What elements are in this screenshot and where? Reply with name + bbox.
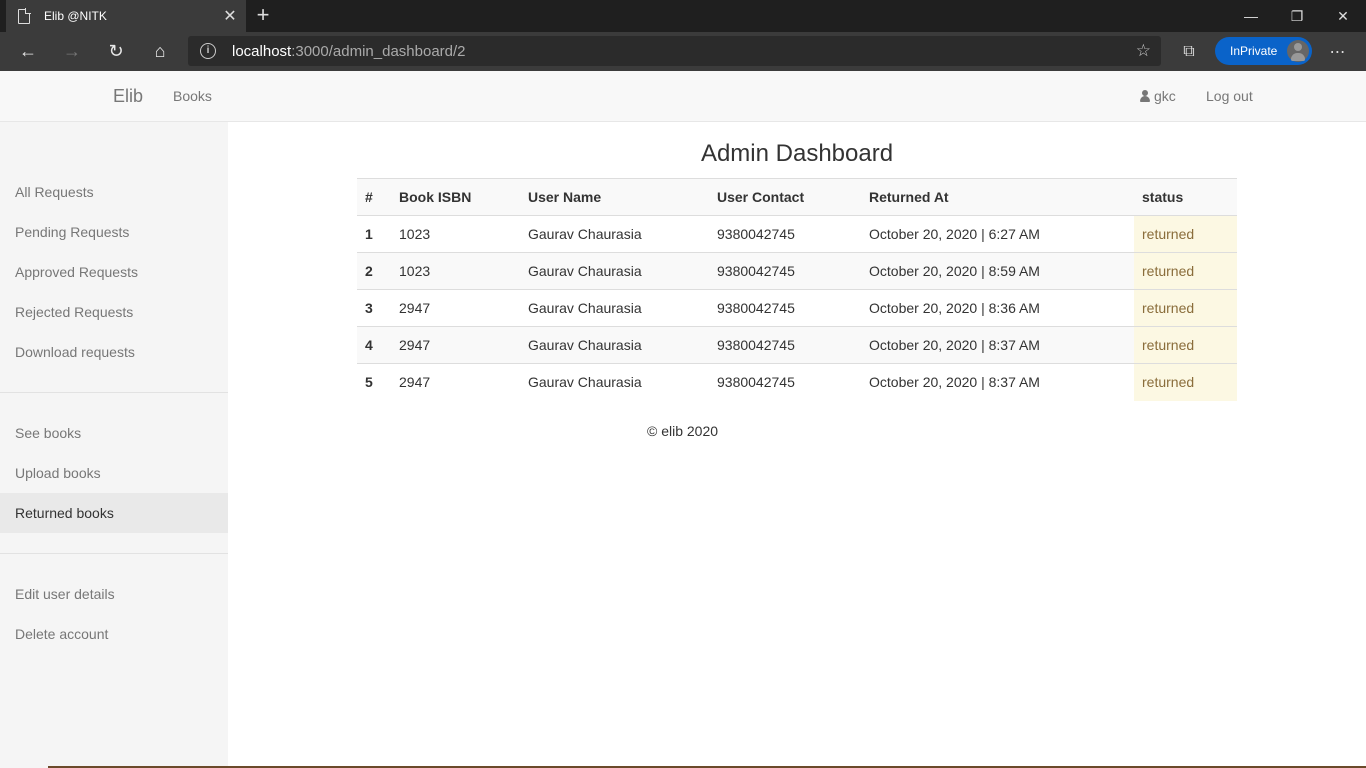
sidebar-item-pending-requests[interactable]: Pending Requests [0,212,228,252]
status-badge: returned [1134,252,1237,290]
page-title: Admin Dashboard [700,140,894,167]
forward-icon[interactable]: → [57,36,87,66]
column-header-user-contact: User Contact [709,178,861,216]
user-name: Gaurav Chaurasia [520,326,709,364]
logout-link[interactable]: Log out [1206,88,1253,104]
column-header-returned-at: Returned At [861,178,1134,216]
restore-icon[interactable]: ❐ [1274,0,1320,32]
minimize-icon[interactable]: — [1228,0,1274,32]
inprivate-badge[interactable]: InPrivate [1215,37,1312,65]
row-number: 4 [357,326,391,364]
table-header-row: # Book ISBN User Name User Contact Retur… [357,178,1237,216]
status-badge: returned [1134,326,1237,364]
user-name: Gaurav Chaurasia [520,289,709,327]
footer-copyright: © elib 2020 [647,423,719,439]
book-isbn: 2947 [391,326,520,364]
favorite-star-icon[interactable]: ☆ [1136,41,1151,61]
nav-books-link[interactable]: Books [173,88,212,104]
status-badge: returned [1134,215,1237,253]
row-number: 2 [357,252,391,290]
book-isbn: 2947 [391,289,520,327]
table-row: 2 1023 Gaurav Chaurasia 9380042745 Octob… [357,252,1237,290]
close-tab-icon[interactable]: ✕ [220,6,240,26]
user-name: Gaurav Chaurasia [520,252,709,290]
table-row: 3 2947 Gaurav Chaurasia 9380042745 Octob… [357,289,1237,327]
user-contact: 9380042745 [709,326,861,364]
sidebar-divider [0,553,228,554]
sidebar-item-download-requests[interactable]: Download requests [0,332,228,372]
row-number: 5 [357,363,391,401]
brand-link[interactable]: Elib [113,86,143,107]
home-icon[interactable]: ⌂ [145,36,175,66]
new-tab-icon[interactable]: + [252,2,274,28]
user-contact: 9380042745 [709,363,861,401]
returned-at: October 20, 2020 | 6:27 AM [861,215,1134,253]
browser-tab-strip: Elib @NITK ✕ + — ❐ ✕ [0,0,1366,32]
sidebar-item-rejected-requests[interactable]: Rejected Requests [0,292,228,332]
status-badge: returned [1134,363,1237,401]
returned-books-table: # Book ISBN User Name User Contact Retur… [357,178,1237,401]
sidebar-item-approved-requests[interactable]: Approved Requests [0,252,228,292]
browser-toolbar: ← → ↻ ⌂ i localhost:3000/admin_dashboard… [0,32,1366,71]
user-icon [1140,90,1150,102]
url-host: localhost [232,43,292,60]
browser-tab[interactable]: Elib @NITK ✕ [6,0,246,32]
sidebar: All Requests Pending Requests Approved R… [0,122,228,768]
user-name: Gaurav Chaurasia [520,215,709,253]
info-icon[interactable]: i [200,43,216,59]
more-options-icon[interactable]: ⋯ [1326,40,1350,64]
close-window-icon[interactable]: ✕ [1320,0,1366,32]
sidebar-item-all-requests[interactable]: All Requests [0,172,228,212]
table-row: 5 2947 Gaurav Chaurasia 9380042745 Octob… [357,363,1237,401]
book-isbn: 2947 [391,363,520,401]
status-badge: returned [1134,289,1237,327]
sidebar-divider [0,392,228,393]
sidebar-item-upload-books[interactable]: Upload books [0,453,228,493]
sidebar-item-edit-user-details[interactable]: Edit user details [0,574,228,614]
user-name: Gaurav Chaurasia [520,363,709,401]
user-name: gkc [1154,88,1176,104]
user-contact: 9380042745 [709,289,861,327]
page-icon [18,8,31,24]
table-row: 1 1023 Gaurav Chaurasia 9380042745 Octob… [357,215,1237,253]
inprivate-label: InPrivate [1230,44,1278,58]
sidebar-item-see-books[interactable]: See books [0,413,228,453]
refresh-icon[interactable]: ↻ [101,36,131,66]
returned-at: October 20, 2020 | 8:37 AM [861,326,1134,364]
collections-icon[interactable]: ⧉ [1177,40,1201,64]
profile-avatar-icon [1287,40,1309,62]
user-contact: 9380042745 [709,215,861,253]
url-path: :3000/admin_dashboard/2 [291,43,466,60]
url-text[interactable]: localhost:3000/admin_dashboard/2 [232,43,466,60]
returned-at: October 20, 2020 | 8:37 AM [861,363,1134,401]
returned-at: October 20, 2020 | 8:59 AM [861,252,1134,290]
back-icon[interactable]: ← [13,36,43,66]
tab-title: Elib @NITK [44,9,107,23]
table-row: 4 2947 Gaurav Chaurasia 9380042745 Octob… [357,326,1237,364]
column-header-status: status [1134,178,1237,216]
returned-at: October 20, 2020 | 8:36 AM [861,289,1134,327]
address-bar[interactable]: i localhost:3000/admin_dashboard/2 ☆ [188,36,1161,66]
column-header-number: # [357,178,391,216]
column-header-user-name: User Name [520,178,709,216]
nav-user-link[interactable]: gkc [1140,88,1176,104]
row-number: 3 [357,289,391,327]
book-isbn: 1023 [391,215,520,253]
sidebar-item-delete-account[interactable]: Delete account [0,614,228,654]
column-header-isbn: Book ISBN [391,178,520,216]
row-number: 1 [357,215,391,253]
user-contact: 9380042745 [709,252,861,290]
book-isbn: 1023 [391,252,520,290]
site-navbar: Elib Books gkc Log out [0,71,1366,122]
sidebar-item-returned-books[interactable]: Returned books [0,493,228,533]
